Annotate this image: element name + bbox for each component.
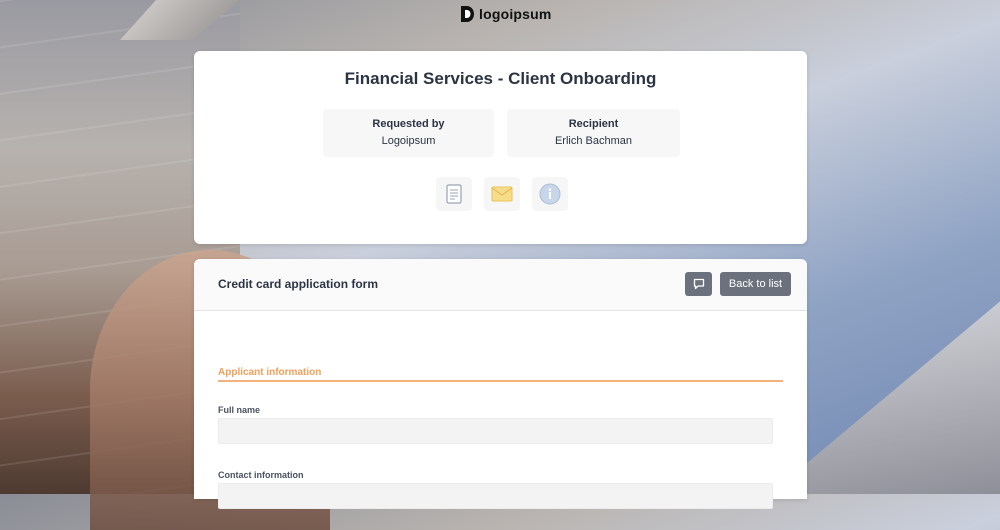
onboarding-summary-card: Financial Services - Client Onboarding R… [194,51,807,244]
action-icon-row [436,177,568,211]
document-icon [446,184,462,204]
info-icon [539,183,561,205]
email-button[interactable] [484,177,520,211]
recipient-value: Erlich Bachman [554,135,633,147]
envelope-icon [491,186,513,202]
requested-by-block: Requested by Logoipsum [323,109,494,157]
page-title: Financial Services - Client Onboarding [344,69,657,88]
logo-icon [461,6,474,22]
comment-button[interactable] [685,272,712,296]
comment-icon [693,278,704,290]
requested-by-value: Logoipsum [381,135,436,147]
document-button[interactable] [436,177,472,211]
form-header: Credit card application form Back to lis… [194,259,807,311]
info-button[interactable] [532,177,568,211]
section-title: Applicant information [218,367,322,378]
application-form-card: Credit card application form Back to lis… [194,259,807,509]
back-to-list-button[interactable]: Back to list [720,272,791,296]
recipient-block: Recipient Erlich Bachman [507,109,680,157]
requested-by-label: Requested by [372,118,445,130]
contact-information-label: Contact information [218,470,304,480]
full-name-input[interactable] [218,418,773,444]
recipient-label: Recipient [568,118,619,130]
full-name-label: Full name [218,405,261,415]
logo-text: logoipsum [479,6,552,22]
contact-information-input[interactable] [218,483,773,509]
brand-logo[interactable]: logoipsum [459,3,552,25]
section-divider [218,380,783,382]
form-title: Credit card application form [218,277,379,291]
